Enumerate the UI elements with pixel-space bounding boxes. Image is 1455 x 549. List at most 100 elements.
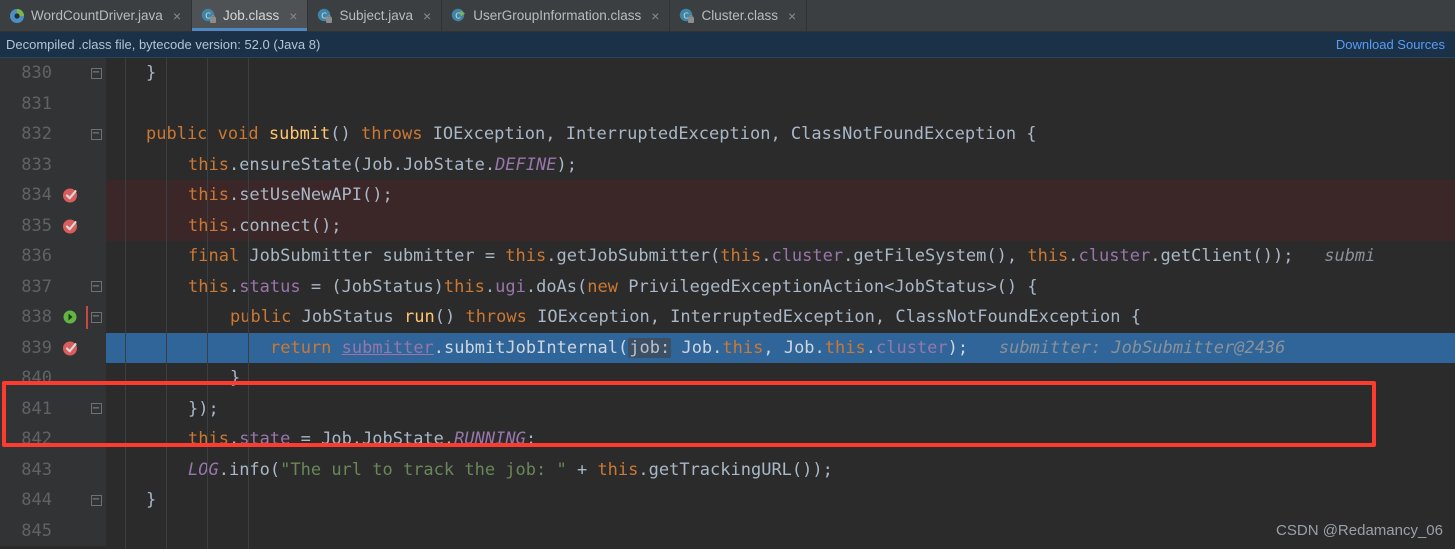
close-icon[interactable]: × bbox=[788, 9, 796, 23]
tab-cluster-class[interactable]: C Cluster.class × bbox=[670, 0, 808, 31]
tab-label: UserGroupInformation.class bbox=[473, 8, 642, 23]
editor-line-830[interactable]: 830 − } bbox=[0, 58, 1455, 89]
editor-gutter[interactable]: 834 bbox=[0, 180, 106, 211]
code-token: } bbox=[230, 368, 241, 389]
code-editor[interactable]: 830 − } 831 832 − public void submit() t… bbox=[0, 58, 1455, 549]
line-number: 837 bbox=[21, 276, 52, 297]
breakpoint-verified-icon[interactable] bbox=[56, 216, 86, 236]
editor-line-835[interactable]: 835 this .connect(); bbox=[0, 210, 1455, 241]
fold-minus-icon[interactable]: − bbox=[86, 311, 106, 323]
code-content[interactable]: this. status = (JobStatus) this. ugi .doAs(n… bbox=[106, 272, 1455, 303]
tab-job-class[interactable]: C Job.class × bbox=[192, 0, 309, 31]
tab-subject-java[interactable]: C Subject.java × bbox=[308, 0, 443, 31]
code-content[interactable]: public JobStatus run() throws IOExceptio… bbox=[106, 302, 1455, 333]
code-variable-link[interactable]: submitter bbox=[342, 338, 434, 358]
editor-line-832[interactable]: 832 − public void submit() throws IOExce… bbox=[0, 119, 1455, 150]
editor-gutter[interactable]: 840 bbox=[0, 363, 106, 394]
close-icon[interactable]: × bbox=[651, 9, 659, 23]
code-token: .getJobSubmitter( bbox=[546, 246, 721, 267]
editor-line-843[interactable]: 843 LOG .info("The url to track the job: … bbox=[0, 454, 1455, 486]
breakpoint-current-icon[interactable] bbox=[56, 307, 86, 327]
code-content[interactable]: this .setUseNewAPI(); bbox=[106, 180, 1455, 211]
editor-line-840[interactable]: 840 } bbox=[0, 363, 1455, 394]
debug-inline-hint[interactable]: submitter: JobSubmitter@2436 bbox=[999, 338, 1286, 358]
editor-gutter[interactable]: 833 bbox=[0, 149, 106, 180]
editor-gutter[interactable]: 837 − bbox=[0, 271, 106, 302]
tab-usergroupinformation-class[interactable]: C UserGroupInformation.class × bbox=[442, 0, 671, 31]
code-content[interactable]: final JobSubmitter submitter = this .getJ… bbox=[106, 241, 1455, 272]
editor-line-839[interactable]: 839 return submitter .submitJobInternal(j… bbox=[0, 332, 1455, 363]
editor-gutter[interactable]: 842 bbox=[0, 424, 106, 455]
code-token: .setUseNewAPI(); bbox=[228, 185, 393, 206]
editor-line-834[interactable]: 834 this .setUseNewAPI(); bbox=[0, 180, 1455, 211]
code-constant: DEFINE bbox=[495, 154, 557, 175]
breakpoint-verified-icon[interactable] bbox=[56, 338, 86, 358]
editor-gutter[interactable]: 832 − bbox=[0, 119, 106, 150]
editor-gutter[interactable]: 836 bbox=[0, 241, 106, 272]
editor-line-842[interactable]: 842 this. state = Job.JobState. RUNNING; bbox=[0, 424, 1455, 455]
editor-line-841[interactable]: 841 − }); bbox=[0, 393, 1455, 425]
fold-minus-icon[interactable]: − bbox=[86, 281, 106, 293]
code-token: = (JobStatus) bbox=[300, 276, 444, 297]
code-content[interactable]: } bbox=[106, 58, 1455, 89]
editor-line-831[interactable]: 831 bbox=[0, 88, 1455, 120]
decompiled-class-banner: Decompiled .class file, bytecode version… bbox=[0, 32, 1455, 58]
editor-gutter[interactable]: 838 − bbox=[0, 302, 106, 333]
line-number: 833 bbox=[21, 154, 52, 175]
breakpoint-verified-icon[interactable] bbox=[56, 185, 86, 205]
code-content[interactable]: }); bbox=[106, 394, 1455, 425]
code-content[interactable] bbox=[106, 89, 1455, 120]
editor-gutter[interactable]: 835 bbox=[0, 210, 106, 241]
fold-minus-icon[interactable]: − bbox=[86, 494, 106, 506]
code-content[interactable]: public void submit() throws IOException,… bbox=[106, 119, 1455, 150]
code-token: .ensureState(Job.JobState. bbox=[228, 154, 496, 175]
editor-gutter[interactable]: 841 − bbox=[0, 393, 106, 424]
line-number: 840 bbox=[21, 368, 52, 389]
code-content[interactable]: this. state = Job.JobState. RUNNING; bbox=[106, 424, 1455, 455]
tab-label: Job.class bbox=[223, 8, 280, 23]
editor-line-838[interactable]: 838 − public JobStatus run() throws IOEx… bbox=[0, 302, 1455, 333]
code-content[interactable]: this .connect(); bbox=[106, 210, 1455, 241]
download-sources-link[interactable]: Download Sources bbox=[1336, 37, 1445, 52]
close-icon[interactable]: × bbox=[173, 9, 181, 23]
code-content[interactable] bbox=[106, 516, 1455, 547]
editor-line-836[interactable]: 836 final JobSubmitter submitter = this.… bbox=[0, 241, 1455, 272]
editor-line-845[interactable]: 845 bbox=[0, 515, 1455, 547]
java-file-icon bbox=[9, 8, 25, 24]
code-token: IOException, InterruptedException, Class… bbox=[422, 124, 1037, 145]
editor-line-837[interactable]: 837 − this. status = (JobStatus) this. ugi.… bbox=[0, 271, 1455, 303]
editor-gutter[interactable]: 830 − bbox=[0, 58, 106, 89]
code-keyword: this bbox=[505, 246, 547, 267]
tab-wordcountdriver-java[interactable]: WordCountDriver.java × bbox=[0, 0, 192, 31]
close-icon[interactable]: × bbox=[423, 9, 431, 23]
code-keyword: this bbox=[722, 337, 764, 358]
code-content[interactable]: LOG .info("The url to track the job: " + … bbox=[106, 455, 1455, 486]
fold-minus-icon[interactable]: − bbox=[86, 128, 106, 140]
editor-gutter[interactable]: 843 bbox=[0, 454, 106, 485]
parameter-hint: job: bbox=[628, 337, 672, 358]
code-keyword: new bbox=[587, 276, 618, 297]
editor-gutter[interactable]: 844 − bbox=[0, 485, 106, 516]
line-number: 845 bbox=[21, 520, 52, 541]
code-token: } bbox=[146, 490, 157, 511]
editor-gutter[interactable]: 845 bbox=[0, 515, 106, 546]
code-method: submit bbox=[268, 124, 331, 145]
code-content[interactable]: } bbox=[106, 485, 1455, 516]
editor-line-833[interactable]: 833 this .ensureState(Job.JobState. DEFINE… bbox=[0, 149, 1455, 181]
code-keyword: this bbox=[188, 154, 229, 175]
close-icon[interactable]: × bbox=[289, 9, 297, 23]
code-keyword: this bbox=[188, 185, 229, 206]
editor-gutter[interactable]: 831 bbox=[0, 88, 106, 119]
code-content[interactable]: this .ensureState(Job.JobState. DEFINE); bbox=[106, 150, 1455, 181]
line-number: 836 bbox=[21, 246, 52, 267]
code-token: JobStatus bbox=[291, 307, 405, 328]
line-number: 830 bbox=[21, 63, 52, 84]
fold-minus-icon[interactable]: − bbox=[86, 403, 106, 415]
code-content[interactable]: return submitter .submitJobInternal(job: … bbox=[106, 332, 1455, 363]
idea-editor-window: WordCountDriver.java × C Job.class × C S… bbox=[0, 0, 1455, 549]
line-number: 838 bbox=[21, 307, 52, 328]
editor-line-844[interactable]: 844 − } bbox=[0, 485, 1455, 516]
code-content[interactable]: } bbox=[106, 363, 1455, 394]
fold-minus-icon[interactable]: − bbox=[86, 67, 106, 79]
editor-gutter[interactable]: 839 bbox=[0, 332, 106, 363]
